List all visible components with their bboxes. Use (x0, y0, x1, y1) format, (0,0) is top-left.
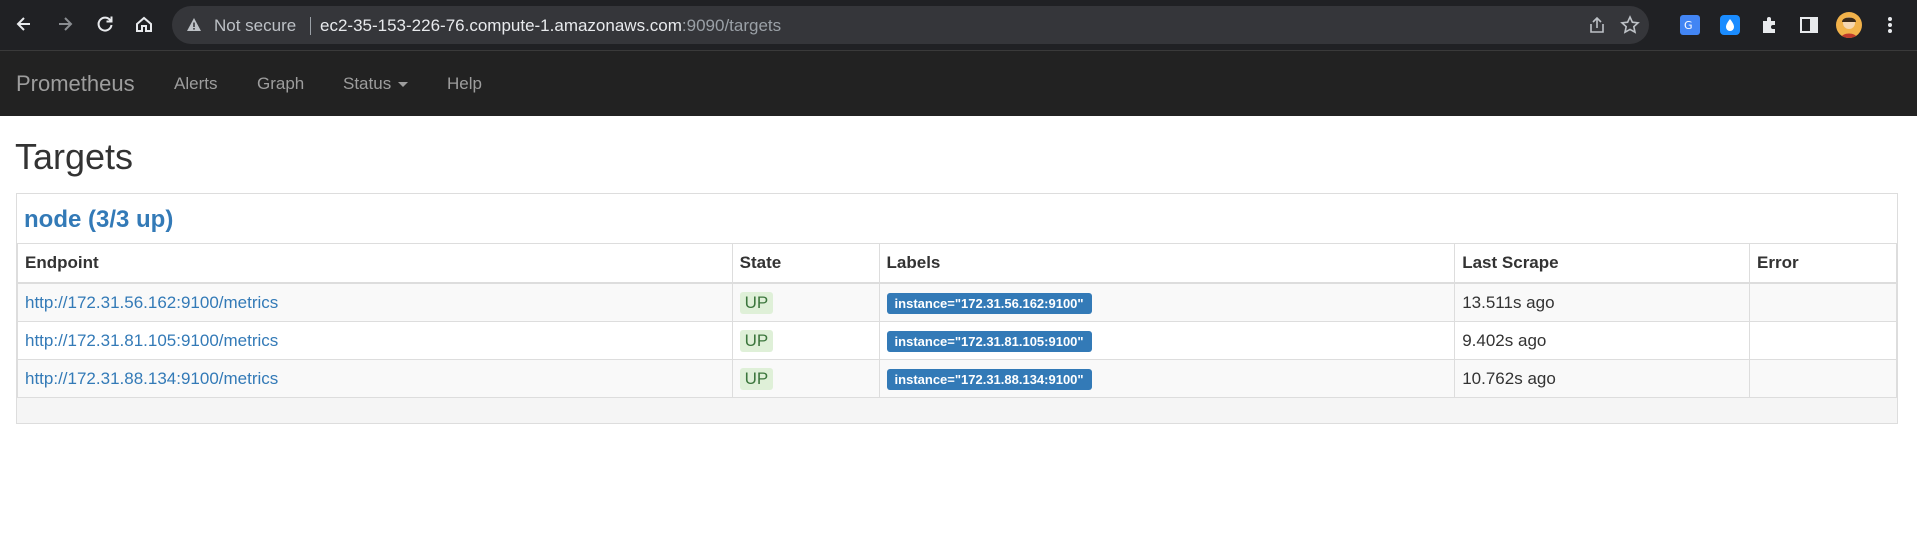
endpoint-link[interactable]: http://172.31.88.134:9100/metrics (25, 369, 278, 388)
job-panel: node (3/3 up) Endpoint State Labels Last… (16, 193, 1898, 424)
profile-avatar[interactable] (1836, 12, 1862, 38)
state-badge: UP (739, 291, 774, 314)
browser-toolbar: Not secure ec2-35-153-226-76.compute-1.a… (0, 0, 1917, 50)
endpoint-cell: http://172.31.88.134:9100/metrics (17, 359, 733, 398)
label-badge: instance="172.31.56.162:9100" (886, 293, 1092, 314)
labels-cell: instance="172.31.81.105:9100" (878, 321, 1456, 360)
error-cell (1749, 321, 1897, 360)
url-text[interactable]: ec2-35-153-226-76.compute-1.amazonaws.co… (320, 16, 781, 36)
endpoint-link[interactable]: http://172.31.81.105:9100/metrics (25, 331, 278, 350)
caret-down-icon (398, 82, 409, 88)
puzzle-extensions-icon[interactable] (1758, 13, 1782, 37)
share-icon[interactable] (1587, 15, 1607, 35)
home-icon[interactable] (129, 9, 159, 39)
endpoint-cell: http://172.31.56.162:9100/metrics (17, 282, 733, 322)
star-icon[interactable] (1620, 15, 1640, 35)
nav-graph[interactable]: Graph (257, 74, 304, 94)
endpoint-link[interactable]: http://172.31.56.162:9100/metrics (25, 293, 278, 312)
column-header-state: State (731, 243, 880, 284)
top-navbar: Prometheus Alerts Graph Status Help (0, 50, 1917, 116)
endpoint-cell: http://172.31.81.105:9100/metrics (17, 321, 733, 360)
warning-icon[interactable] (186, 17, 202, 33)
separator (310, 17, 311, 35)
nav-help[interactable]: Help (447, 74, 482, 94)
translate-extension-icon[interactable]: G (1678, 13, 1702, 37)
table-header-row: Endpoint State Labels Last Scrape Error (17, 243, 1897, 284)
state-badge: UP (739, 367, 774, 390)
side-panel-icon[interactable] (1797, 13, 1821, 37)
state-badge: UP (739, 329, 774, 352)
forward-arrow-icon[interactable] (50, 9, 80, 39)
label-badge: instance="172.31.81.105:9100" (886, 331, 1092, 352)
back-arrow-icon[interactable] (9, 9, 39, 39)
column-header-error: Error (1749, 243, 1897, 284)
state-cell: UP (731, 359, 880, 398)
state-cell: UP (731, 282, 880, 322)
label-badge: instance="172.31.88.134:9100" (886, 369, 1092, 390)
last-scrape-cell: 13.511s ago (1454, 282, 1751, 322)
table-row: http://172.31.81.105:9100/metrics UP ins… (17, 321, 1897, 360)
state-cell: UP (731, 321, 880, 360)
last-scrape-cell: 10.762s ago (1454, 359, 1751, 398)
kebab-menu-icon[interactable] (1878, 13, 1902, 37)
table-row: http://172.31.56.162:9100/metrics UP ins… (17, 282, 1897, 322)
column-header-endpoint: Endpoint (17, 243, 733, 284)
reload-icon[interactable] (90, 9, 120, 39)
targets-table: Endpoint State Labels Last Scrape Error … (17, 243, 1897, 398)
job-panel-header: node (3/3 up) (17, 194, 1897, 243)
last-scrape-cell: 9.402s ago (1454, 321, 1751, 360)
nav-status-dropdown[interactable]: Status (343, 74, 409, 94)
brand-link[interactable]: Prometheus (16, 71, 135, 97)
labels-cell: instance="172.31.56.162:9100" (878, 282, 1456, 322)
column-header-last-scrape: Last Scrape (1454, 243, 1751, 284)
svg-text:G: G (1684, 19, 1693, 32)
address-bar[interactable]: Not secure ec2-35-153-226-76.compute-1.a… (172, 6, 1649, 44)
security-label[interactable]: Not secure (214, 16, 296, 36)
labels-cell: instance="172.31.88.134:9100" (878, 359, 1456, 398)
water-drop-extension-icon[interactable] (1718, 13, 1742, 37)
table-row: http://172.31.88.134:9100/metrics UP ins… (17, 359, 1897, 398)
nav-alerts[interactable]: Alerts (174, 74, 217, 94)
page-title: Targets (15, 136, 134, 177)
column-header-labels: Labels (878, 243, 1456, 284)
error-cell (1749, 282, 1897, 322)
error-cell (1749, 359, 1897, 398)
job-toggle-link[interactable]: node (3/3 up) (24, 206, 173, 234)
